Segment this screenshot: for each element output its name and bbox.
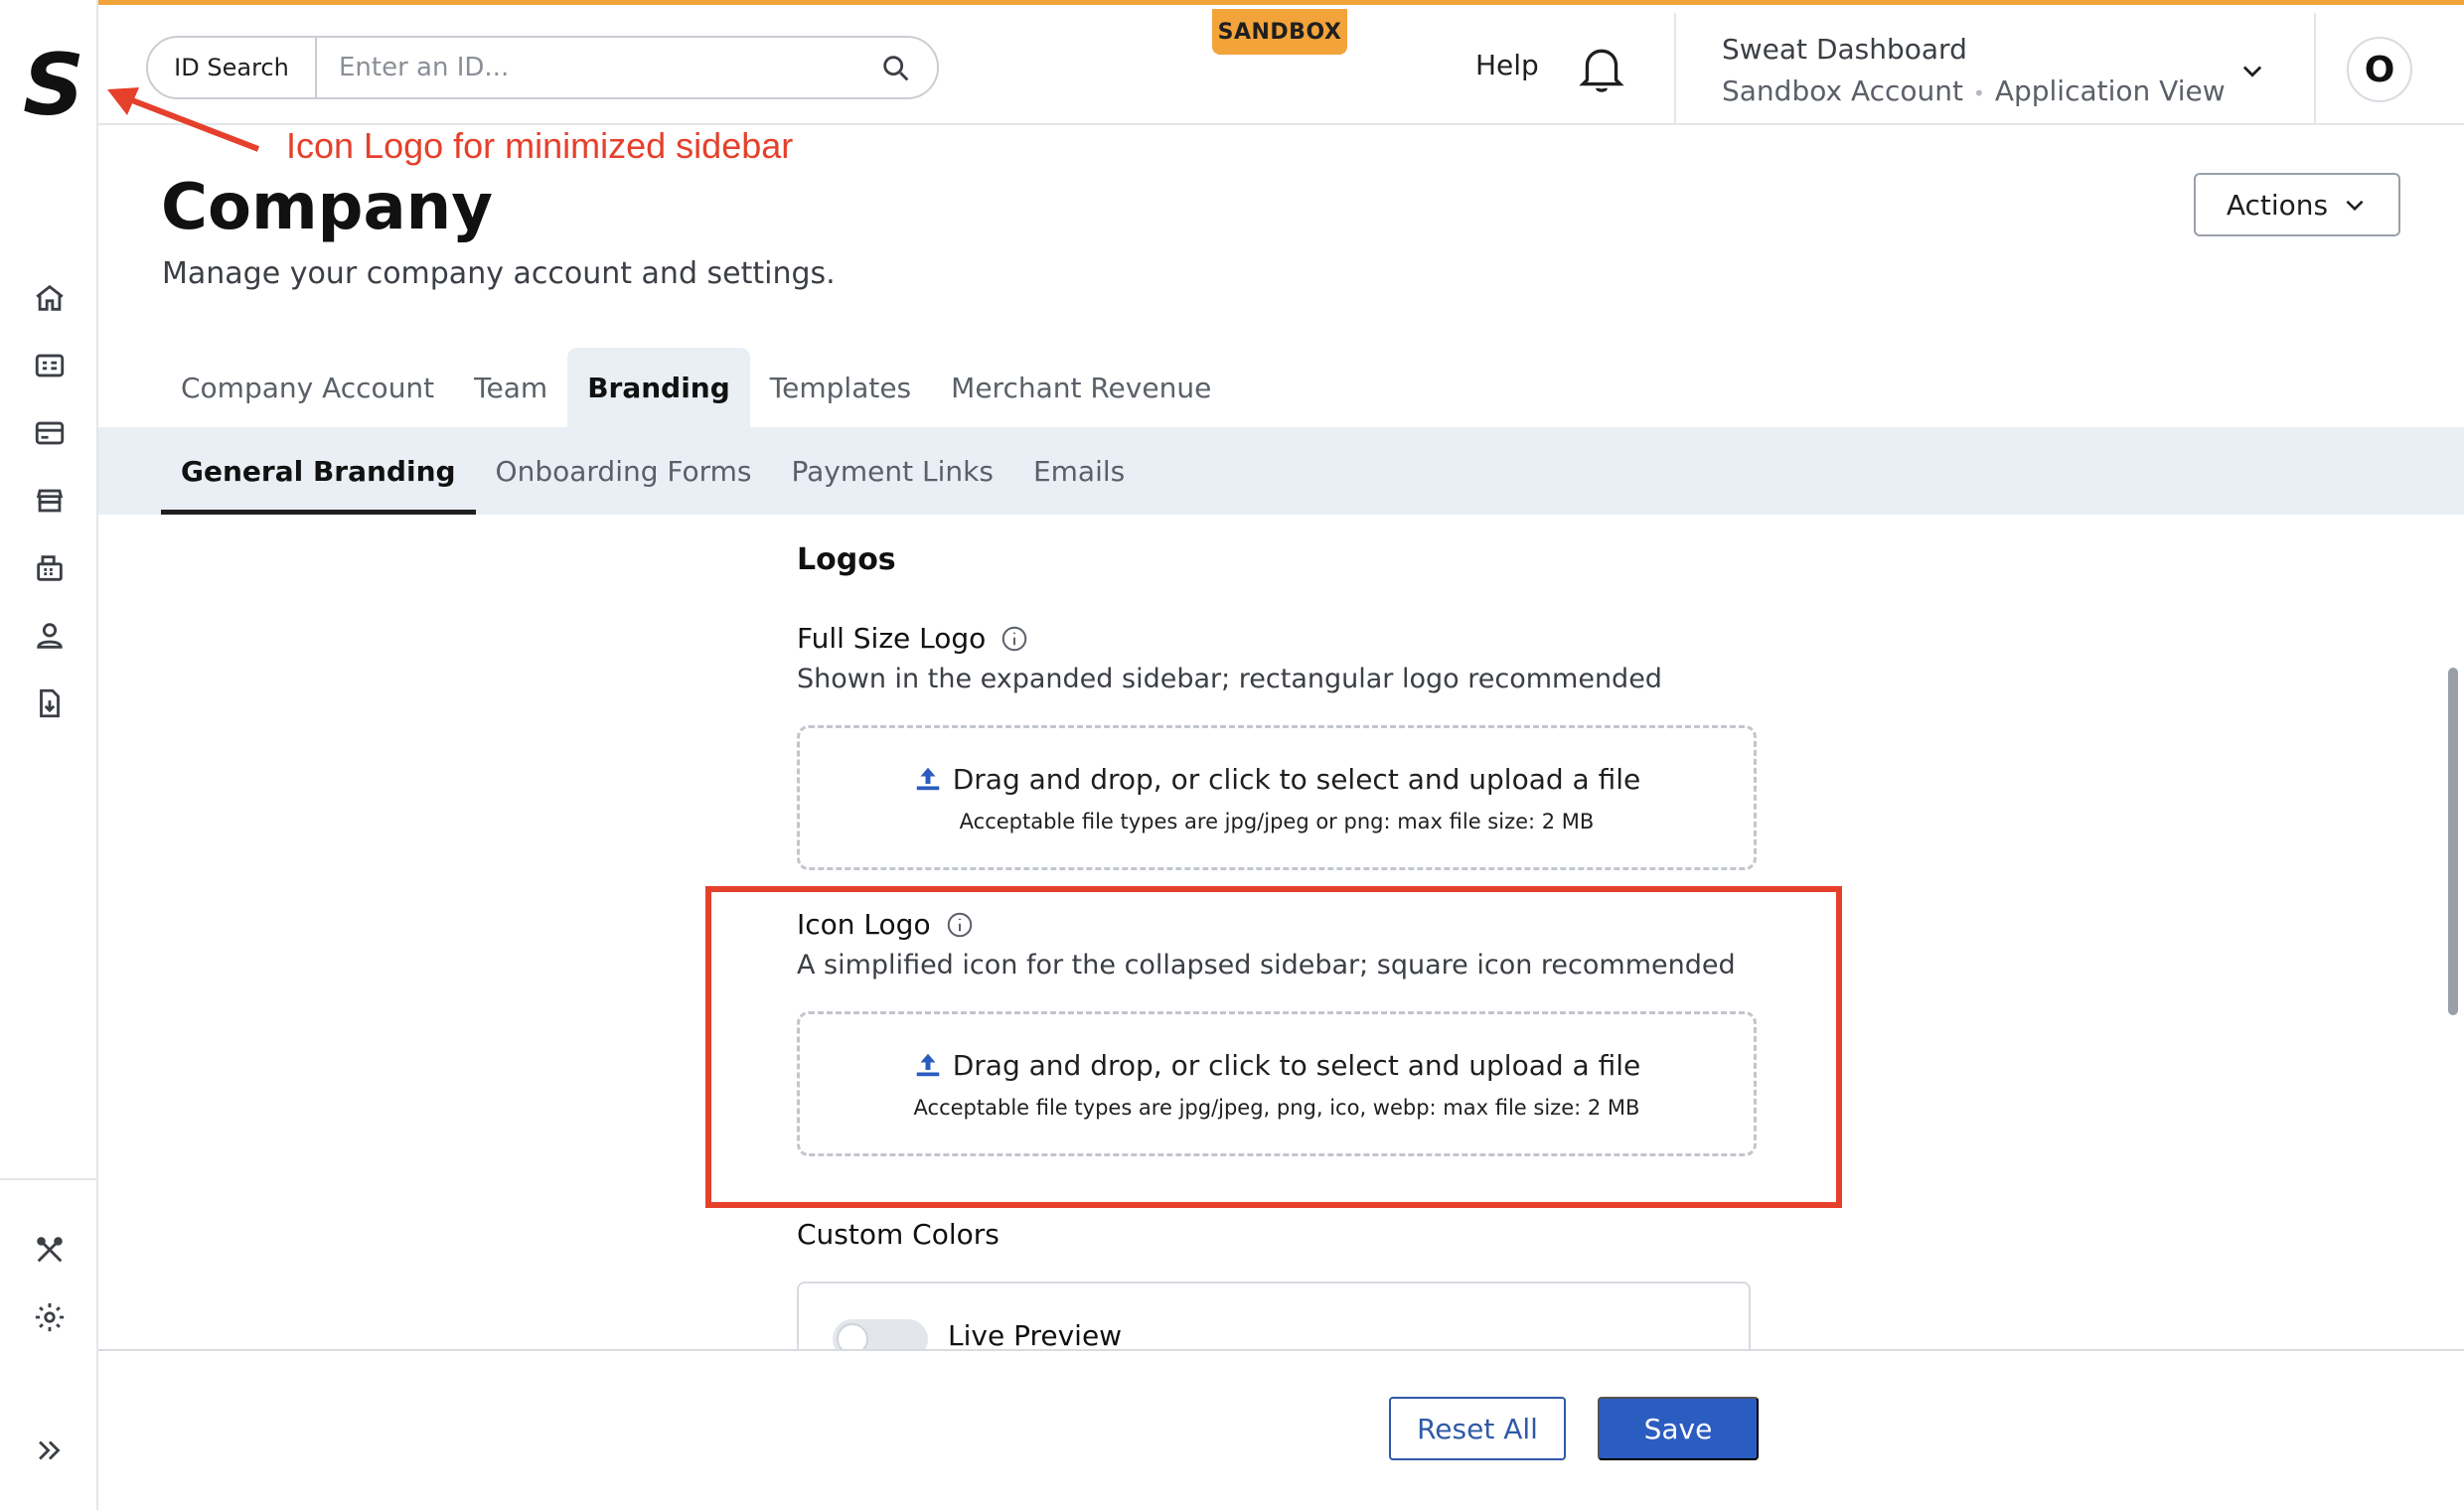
scrollbar[interactable] <box>2448 668 2458 1015</box>
home-icon[interactable] <box>30 278 70 318</box>
search-icon[interactable] <box>879 52 913 85</box>
storefront-icon[interactable] <box>30 481 70 521</box>
billing-icon[interactable] <box>30 346 70 385</box>
annotation-text: Icon Logo for minimized sidebar <box>286 125 794 166</box>
dropzone-main-text: Drag and drop, or click to select and up… <box>913 1049 1640 1082</box>
sub-tabs: General Branding Onboarding Forms Paymen… <box>161 427 1145 515</box>
live-preview-card: Live Preview <box>797 1282 1751 1351</box>
card-icon[interactable] <box>30 413 70 453</box>
account-type: Sandbox Account <box>1722 75 1964 107</box>
sandbox-badge: SANDBOX <box>1212 9 1347 55</box>
account-name[interactable]: Sweat Dashboard <box>1722 33 1967 66</box>
document-download-icon[interactable] <box>30 683 70 723</box>
tab-team[interactable]: Team <box>454 348 567 427</box>
company-icon-logo[interactable]: S <box>22 40 85 131</box>
actions-button[interactable]: Actions <box>2194 173 2400 236</box>
toggle-knob <box>837 1323 868 1351</box>
upload-icon <box>916 1053 939 1077</box>
id-search-input[interactable] <box>317 38 937 97</box>
tab-company-account[interactable]: Company Account <box>161 348 454 427</box>
custom-colors-title: Custom Colors <box>797 1218 1000 1251</box>
annotation-arrow <box>107 87 260 152</box>
help-link[interactable]: Help <box>1475 49 1539 81</box>
dropzone-main-text: Drag and drop, or click to select and up… <box>913 763 1640 796</box>
tools-icon[interactable] <box>30 1230 70 1270</box>
top-bar: ID Search SANDBOX Help Sweat Dashboard S… <box>98 0 2464 125</box>
tab-templates[interactable]: Templates <box>750 348 931 427</box>
dropzone-file-types: Acceptable file types are jpg/jpeg, png,… <box>913 1095 1640 1120</box>
tab-branding[interactable]: Branding <box>567 348 750 427</box>
live-preview-label: Live Preview <box>948 1319 1123 1351</box>
info-icon[interactable] <box>945 910 975 940</box>
sidebar: S <box>0 0 98 1510</box>
icon-logo-description: A simplified icon for the collapsed side… <box>797 950 1736 981</box>
page-title: Company <box>161 171 493 244</box>
save-button[interactable]: Save <box>1598 1397 1759 1460</box>
icon-logo-dropzone[interactable]: Drag and drop, or click to select and up… <box>797 1011 1757 1156</box>
subtab-payment-links[interactable]: Payment Links <box>772 427 1013 515</box>
reset-all-button[interactable]: Reset All <box>1389 1397 1566 1460</box>
info-icon[interactable] <box>1000 624 1029 654</box>
main-tabs: Company Account Team Branding Templates … <box>161 348 1231 427</box>
full-size-logo-dropzone[interactable]: Drag and drop, or click to select and up… <box>797 725 1757 870</box>
chevron-down-icon[interactable] <box>2238 57 2266 84</box>
full-size-logo-label-text: Full Size Logo <box>797 622 987 655</box>
logos-section-title: Logos <box>797 542 896 577</box>
live-preview-toggle[interactable] <box>833 1319 928 1351</box>
tab-merchant-revenue[interactable]: Merchant Revenue <box>931 348 1231 427</box>
actions-label: Actions <box>2226 188 2329 222</box>
double-chevron-right-icon[interactable] <box>30 1431 70 1470</box>
user-icon[interactable] <box>30 616 70 656</box>
footer-bar <box>98 1349 2464 1510</box>
subtab-emails[interactable]: Emails <box>1013 427 1145 515</box>
dropzone-file-types: Acceptable file types are jpg/jpeg or pn… <box>959 809 1595 833</box>
chevron-down-icon <box>2346 200 2364 212</box>
icon-logo-label-text: Icon Logo <box>797 908 931 941</box>
avatar[interactable]: O <box>2347 37 2412 102</box>
full-size-logo-label: Full Size Logo <box>797 622 1029 655</box>
account-view: Application View <box>1994 75 2226 107</box>
upload-icon <box>916 767 939 791</box>
topbar-separator <box>2314 13 2316 124</box>
bell-icon[interactable] <box>1577 43 1626 96</box>
separator-dot: • <box>1973 81 1985 105</box>
gear-icon[interactable] <box>30 1297 70 1337</box>
icon-logo-label: Icon Logo <box>797 908 975 941</box>
subtab-general-branding[interactable]: General Branding <box>161 427 476 515</box>
page-subtitle: Manage your company account and settings… <box>162 256 836 291</box>
subtab-onboarding-forms[interactable]: Onboarding Forms <box>476 427 772 515</box>
full-size-logo-description: Shown in the expanded sidebar; rectangul… <box>797 664 1662 694</box>
account-context[interactable]: Sandbox Account • Application View <box>1722 75 2226 107</box>
sidebar-divider <box>0 1178 98 1180</box>
register-icon[interactable] <box>30 548 70 588</box>
topbar-separator <box>1674 13 1676 124</box>
